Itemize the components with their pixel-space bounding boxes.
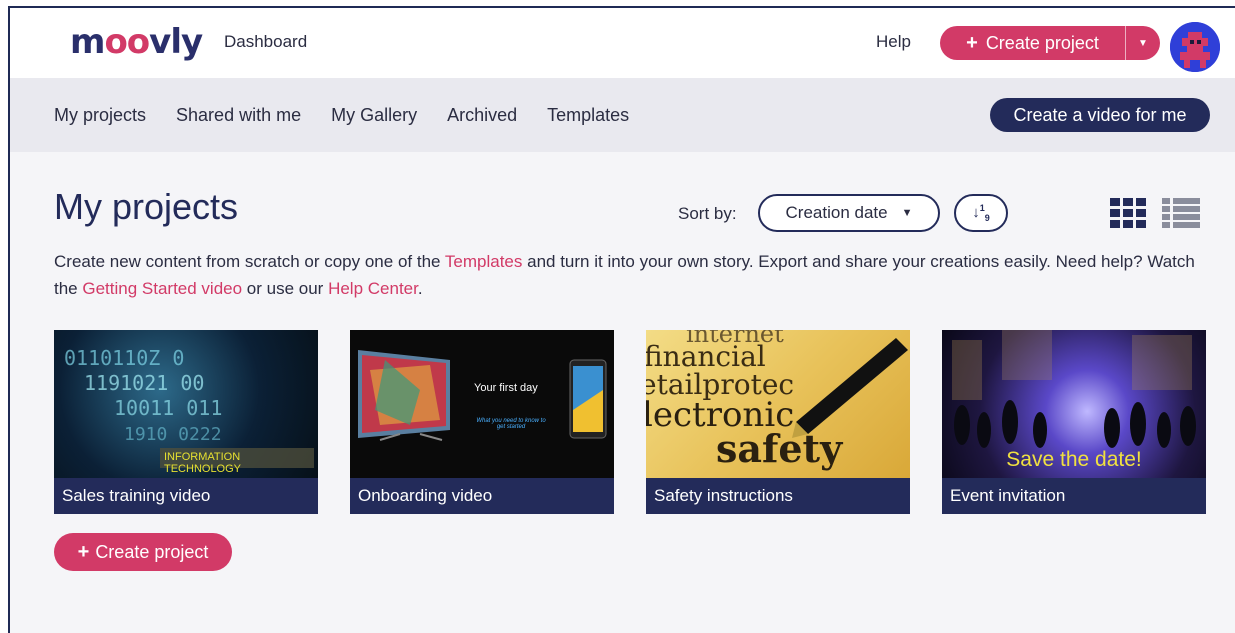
- avatar[interactable]: [1170, 22, 1220, 72]
- page-title: My projects: [54, 186, 239, 227]
- dashboard-link[interactable]: Dashboard: [224, 32, 307, 52]
- thumb-title: Your first day: [474, 382, 538, 394]
- project-thumbnail: Your first day What you need to know to …: [350, 330, 614, 478]
- sort-direction-button[interactable]: ↓19: [954, 194, 1008, 232]
- create-video-for-me-button[interactable]: Create a video for me: [990, 98, 1210, 132]
- intro-text-4: .: [417, 279, 423, 298]
- intro-text: Create new content from scratch or copy …: [54, 248, 1204, 302]
- create-project-button: + Create project ▼: [940, 26, 1160, 60]
- thumb-label: Save the date!: [1006, 448, 1142, 471]
- sort-numeric-icon: ↓19: [972, 203, 990, 223]
- help-link[interactable]: Help: [876, 32, 911, 52]
- sort-value: Creation date: [785, 203, 888, 222]
- tab-my-projects[interactable]: My projects: [54, 105, 146, 126]
- svg-text:safety: safety: [716, 426, 843, 471]
- caret-down-icon: ▼: [901, 207, 913, 219]
- project-title: Event invitation: [950, 486, 1066, 505]
- plus-icon: +: [966, 31, 978, 54]
- project-card[interactable]: Save the date! Event invitation: [942, 330, 1206, 514]
- project-card[interactable]: Your first day What you need to know to …: [350, 330, 614, 514]
- tab-my-gallery[interactable]: My Gallery: [331, 105, 417, 126]
- svg-text:0110110Z 0: 0110110Z 0: [64, 346, 184, 370]
- project-thumbnail: 0110110Z 0 1191021 00 10011 011 1910 022…: [54, 330, 318, 478]
- chevron-down-icon[interactable]: ▼: [1126, 38, 1160, 49]
- list-view-icon[interactable]: [1162, 198, 1200, 228]
- thumb-subtitle: What you need to know to get started: [476, 418, 546, 430]
- sort-select[interactable]: Creation date ▼: [758, 194, 940, 232]
- project-thumbnail: internet financial etailprotec lectronic…: [646, 330, 910, 478]
- create-project-label: Create project: [985, 32, 1099, 53]
- sub-navigation: My projects Shared with me My Gallery Ar…: [10, 78, 1235, 152]
- svg-text:10011 011: 10011 011: [114, 396, 222, 420]
- project-card[interactable]: 0110110Z 0 1191021 00 10011 011 1910 022…: [54, 330, 318, 514]
- svg-text:1191021 00: 1191021 00: [84, 371, 204, 395]
- project-title: Onboarding video: [358, 486, 493, 505]
- intro-text-1: Create new content from scratch or copy …: [54, 252, 445, 271]
- svg-text:1910 0222: 1910 0222: [124, 424, 222, 445]
- sort-by-label: Sort by:: [678, 204, 737, 223]
- tab-shared-with-me[interactable]: Shared with me: [176, 105, 301, 126]
- intro-text-3: or use our: [242, 279, 329, 298]
- tab-archived[interactable]: Archived: [447, 105, 517, 126]
- create-project-main[interactable]: + Create project: [940, 26, 1126, 60]
- create-project-bottom-label: Create project: [95, 541, 209, 562]
- project-card[interactable]: internet financial etailprotec lectronic…: [646, 330, 910, 514]
- plus-icon: +: [77, 540, 90, 563]
- project-title: Safety instructions: [654, 486, 793, 505]
- top-bar: moovly Dashboard Help + Create project ▼: [10, 8, 1235, 78]
- templates-link[interactable]: Templates: [445, 252, 522, 271]
- thumb-label: INFORMATION TECHNOLOGY: [164, 451, 242, 475]
- app-window: moovly Dashboard Help + Create project ▼: [8, 6, 1235, 633]
- project-title: Sales training video: [62, 486, 211, 505]
- grid-view-icon[interactable]: [1110, 198, 1146, 228]
- help-center-link[interactable]: Help Center: [328, 279, 418, 298]
- project-tabs: My projects Shared with me My Gallery Ar…: [54, 105, 629, 126]
- tab-templates[interactable]: Templates: [547, 105, 629, 126]
- getting-started-link[interactable]: Getting Started video: [82, 279, 242, 298]
- project-grid: 0110110Z 0 1191021 00 10011 011 1910 022…: [54, 330, 1206, 514]
- create-project-bottom-button[interactable]: + Create project: [54, 533, 232, 571]
- moovly-logo[interactable]: moovly: [70, 22, 203, 62]
- project-thumbnail: Save the date!: [942, 330, 1206, 478]
